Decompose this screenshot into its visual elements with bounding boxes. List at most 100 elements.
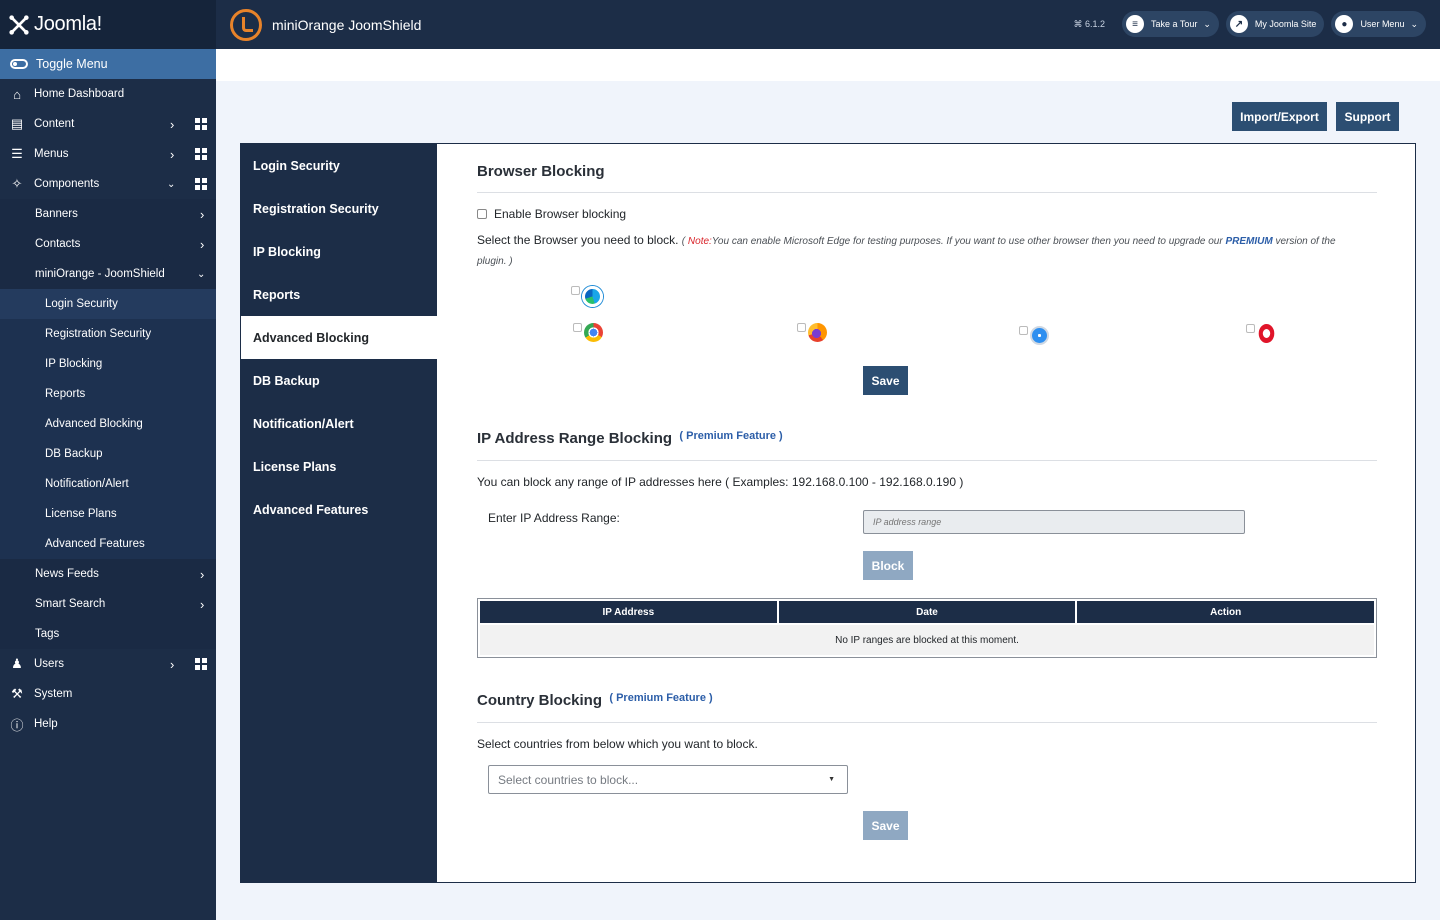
sidebar-item-news-feeds[interactable]: News Feeds › xyxy=(0,559,216,589)
dashboard-grid-icon[interactable] xyxy=(195,148,207,160)
enable-browser-blocking-checkbox[interactable] xyxy=(477,209,487,219)
user-icon: ● xyxy=(1335,15,1354,33)
tab-reports[interactable]: Reports xyxy=(241,273,437,316)
divider xyxy=(477,722,1377,723)
sidebar-item-label: Smart Search xyxy=(35,598,106,610)
signpost-icon: ≡ xyxy=(1125,15,1144,33)
sidebar-item-label: System xyxy=(34,688,73,700)
my-site-button[interactable]: ↗ My Joomla Site xyxy=(1225,11,1325,37)
sidebar-item-db-backup[interactable]: DB Backup xyxy=(0,439,216,469)
caret-down-icon: ▼ xyxy=(828,776,835,783)
sidebar-item-components[interactable]: ✧ Components ⌄ xyxy=(0,169,216,199)
browser-select-text: Select the Browser you need to block. ( … xyxy=(477,231,1357,271)
sidebar-item-registration-security[interactable]: Registration Security xyxy=(0,319,216,349)
enable-browser-blocking[interactable]: Enable Browser blocking xyxy=(477,207,626,221)
dashboard-grid-icon[interactable] xyxy=(195,178,207,190)
sidebar-item-ip-blocking[interactable]: IP Blocking xyxy=(0,349,216,379)
tab-ip-blocking[interactable]: IP Blocking xyxy=(241,230,437,273)
tab-license-plans[interactable]: License Plans xyxy=(241,445,437,488)
note-label: Note: xyxy=(687,236,712,247)
import-export-button[interactable]: Import/Export xyxy=(1232,102,1327,131)
country-save-button[interactable]: Save xyxy=(863,811,908,840)
sidebar-item-advanced-blocking[interactable]: Advanced Blocking xyxy=(0,409,216,439)
firefox-checkbox[interactable] xyxy=(797,323,806,332)
tab-notification-alert[interactable]: Notification/Alert xyxy=(241,402,437,445)
divider xyxy=(477,192,1377,193)
safari-checkbox[interactable] xyxy=(1019,326,1028,335)
enable-browser-blocking-label: Enable Browser blocking xyxy=(494,207,627,221)
edge-icon xyxy=(582,286,603,307)
sidebar-item-label: Tags xyxy=(35,628,60,640)
browser-save-button[interactable]: Save xyxy=(863,366,908,395)
opera-checkbox[interactable] xyxy=(1246,324,1255,333)
browser-option-edge[interactable] xyxy=(571,286,603,307)
browser-option-opera[interactable] xyxy=(1246,324,1276,343)
chevron-right-icon: › xyxy=(200,206,205,222)
external-link-icon: ↗ xyxy=(1229,15,1248,33)
sidebar-item-help[interactable]: ⓘ Help xyxy=(0,709,216,739)
version-label: ⌘ 6.1.2 xyxy=(1073,18,1105,29)
sidebar-item-content[interactable]: ▤ Content › xyxy=(0,109,216,139)
tab-advanced-blocking[interactable]: Advanced Blocking xyxy=(241,316,437,359)
tab-db-backup[interactable]: DB Backup xyxy=(241,359,437,402)
chevron-down-icon: ⌄ xyxy=(1410,18,1418,29)
components-submenu: Banners › Contacts › miniOrange - JoomSh… xyxy=(0,199,216,649)
country-premium-badge: ( Premium Feature ) xyxy=(609,692,713,704)
tab-registration-security[interactable]: Registration Security xyxy=(241,187,437,230)
miniorange-logo-icon xyxy=(230,8,262,41)
my-site-label: My Joomla Site xyxy=(1254,19,1317,29)
sidebar-item-label: DB Backup xyxy=(45,448,103,460)
block-button[interactable]: Block xyxy=(863,551,913,580)
toggle-menu[interactable]: Toggle Menu xyxy=(0,49,216,79)
sidebar-item-reports[interactable]: Reports xyxy=(0,379,216,409)
sidebar-item-notification[interactable]: Notification/Alert xyxy=(0,469,216,499)
tab-login-security[interactable]: Login Security xyxy=(241,144,437,187)
sidebar-item-label: Login Security xyxy=(45,298,118,310)
browser-option-chrome[interactable] xyxy=(573,323,603,342)
dashboard-grid-icon[interactable] xyxy=(195,118,207,130)
user-menu-button[interactable]: ● User Menu ⌄ xyxy=(1331,11,1426,37)
sidebar-item-home[interactable]: ⌂ Home Dashboard xyxy=(0,79,216,109)
sidebar-item-label: miniOrange - JoomShield xyxy=(35,268,165,280)
sidebar-item-label: Advanced Features xyxy=(45,538,145,550)
sidebar-item-label: News Feeds xyxy=(35,568,99,580)
ip-range-description: You can block any range of IP addresses … xyxy=(477,475,964,489)
sidebar-item-joomshield[interactable]: miniOrange - JoomShield ⌄ xyxy=(0,259,216,289)
chevron-right-icon: › xyxy=(200,596,205,612)
sidebar-item-label: Banners xyxy=(35,208,78,220)
note-text: You can enable Microsoft Edge for testin… xyxy=(711,236,1226,247)
sidebar-item-advanced-features[interactable]: Advanced Features xyxy=(0,529,216,559)
sidebar-item-license-plans[interactable]: License Plans xyxy=(0,499,216,529)
take-tour-button[interactable]: ≡ Take a Tour ⌄ xyxy=(1121,11,1219,37)
sidebar-item-label: Menus xyxy=(34,148,69,160)
sidebar-item-menus[interactable]: ☰ Menus › xyxy=(0,139,216,169)
sidebar-item-users[interactable]: ♟ Users › xyxy=(0,649,216,679)
subheader-bar xyxy=(216,49,1440,81)
user-menu-label: User Menu xyxy=(1360,19,1405,29)
ip-range-input[interactable] xyxy=(863,510,1245,534)
chrome-checkbox[interactable] xyxy=(573,323,582,332)
chevron-right-icon: › xyxy=(200,566,205,582)
sidebar-item-contacts[interactable]: Contacts › xyxy=(0,229,216,259)
column-ip-address: IP Address xyxy=(480,601,779,623)
safari-icon xyxy=(1030,326,1049,345)
sidebar-item-login-security[interactable]: Login Security xyxy=(0,289,216,319)
sidebar-item-tags[interactable]: Tags xyxy=(0,619,216,649)
joomla-logo[interactable]: Joomla! xyxy=(0,0,216,49)
joomla-logo-text: Joomla! xyxy=(34,13,102,35)
support-button[interactable]: Support xyxy=(1336,102,1399,131)
sidebar-item-smart-search[interactable]: Smart Search › xyxy=(0,589,216,619)
premium-link[interactable]: PREMIUM xyxy=(1225,236,1272,247)
browser-option-firefox[interactable] xyxy=(797,323,827,342)
browser-option-safari[interactable] xyxy=(1019,326,1049,345)
sidebar-item-label: Notification/Alert xyxy=(45,478,129,490)
country-select[interactable]: Select countries to block... ▼ xyxy=(488,765,848,794)
sidebar-item-label: Home Dashboard xyxy=(34,88,125,100)
file-icon: ▤ xyxy=(10,116,24,131)
sidebar-item-system[interactable]: ⚒ System xyxy=(0,679,216,709)
ip-range-title-row: IP Address Range Blocking ( Premium Feat… xyxy=(477,430,783,447)
sidebar-item-banners[interactable]: Banners › xyxy=(0,199,216,229)
dashboard-grid-icon[interactable] xyxy=(195,658,207,670)
edge-checkbox[interactable] xyxy=(571,286,580,295)
tab-advanced-features[interactable]: Advanced Features xyxy=(241,488,437,531)
